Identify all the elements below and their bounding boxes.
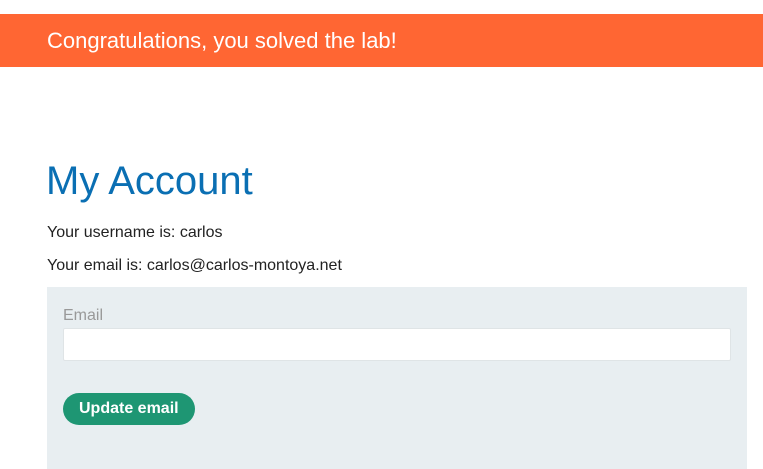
- email-label: Email: [63, 307, 104, 324]
- email-text: Your email is: carlos@carlos-montoya.net: [47, 257, 342, 274]
- update-email-form: Email Update email: [47, 287, 747, 469]
- username-text: Your username is: carlos: [47, 224, 223, 241]
- update-email-button[interactable]: Update email: [63, 393, 195, 425]
- page-title: My Account: [46, 159, 253, 203]
- email-field[interactable]: [63, 328, 731, 361]
- banner-message: Congratulations, you solved the lab!: [47, 28, 397, 53]
- lab-solved-banner: Congratulations, you solved the lab!: [0, 14, 763, 67]
